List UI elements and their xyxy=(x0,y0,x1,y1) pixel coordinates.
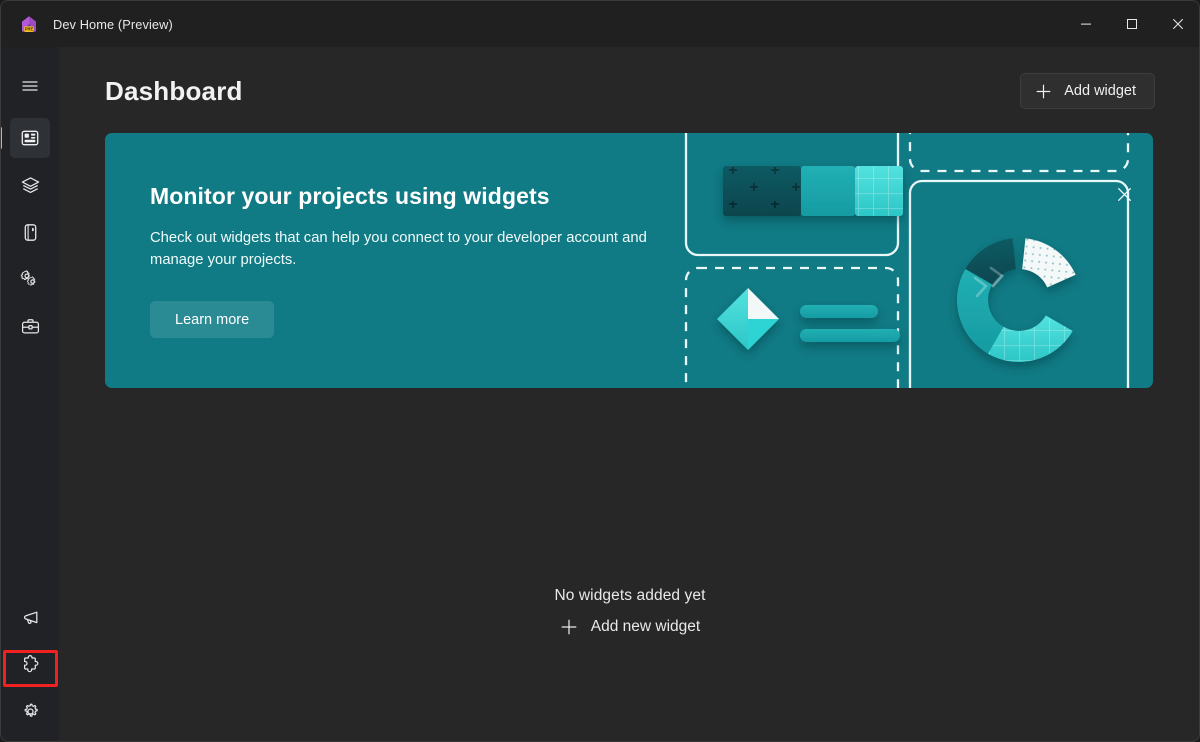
dev-home-house-icon: PRE xyxy=(19,14,39,34)
add-new-widget-label: Add new widget xyxy=(590,618,701,635)
gears-icon xyxy=(20,270,36,286)
empty-state: No widgets added yet Add new widget xyxy=(59,587,1199,640)
window-title: Dev Home (Preview) xyxy=(53,16,173,32)
rail-menu-section xyxy=(10,66,50,106)
banner-subtitle: Check out widgets that can help you conn… xyxy=(150,230,647,268)
minimize-icon xyxy=(1081,23,1091,25)
page-title: Dashboard xyxy=(105,75,243,106)
close-icon xyxy=(1172,18,1184,30)
sidebar-item-dashboard[interactable] xyxy=(1,118,50,158)
main-content: Dashboard Add widget Monitor your projec… xyxy=(59,47,1199,741)
maximize-icon xyxy=(1127,19,1137,29)
dev-home-window: PRE Dev Home (Preview) Dashboard Add wid… xyxy=(0,0,1200,742)
dashboard-icon xyxy=(21,130,39,146)
title-bar: PRE Dev Home (Preview) xyxy=(1,1,1199,47)
add-widget-label: Add widget xyxy=(1064,83,1136,99)
svg-text:PRE: PRE xyxy=(25,27,34,32)
plus-icon xyxy=(561,619,577,635)
window-controls xyxy=(1063,1,1199,47)
add-widget-button[interactable]: Add widget xyxy=(1020,73,1155,109)
banner-text-block: Monitor your projects using widgets Chec… xyxy=(150,183,710,338)
sidebar-item-workspaces[interactable] xyxy=(10,306,50,346)
promo-banner: Monitor your projects using widgets Chec… xyxy=(105,133,1153,388)
sidebar-item-machine-configuration[interactable] xyxy=(10,165,50,205)
sidebar-item-utilities[interactable] xyxy=(10,259,50,299)
gear-icon xyxy=(24,703,38,717)
rail-primary-items xyxy=(1,118,50,346)
sidebar-item-send-feedback[interactable] xyxy=(10,597,50,637)
sidebar-item-extensions[interactable] xyxy=(10,644,50,684)
minimize-button[interactable] xyxy=(1063,1,1109,47)
add-new-widget-button[interactable]: Add new widget xyxy=(550,614,710,640)
layers-icon xyxy=(21,176,39,193)
widgets-illustration xyxy=(684,133,1130,388)
learn-more-button[interactable]: Learn more xyxy=(150,301,275,338)
rail-secondary-items xyxy=(10,597,50,731)
banner-title: Monitor your projects using widgets xyxy=(150,183,550,209)
close-icon xyxy=(1117,187,1131,201)
megaphone-icon xyxy=(23,611,37,624)
empty-state-title: No widgets added yet xyxy=(554,587,706,604)
close-button[interactable] xyxy=(1155,1,1199,47)
sidebar-item-environments[interactable] xyxy=(10,212,50,252)
sidebar-item-settings[interactable] xyxy=(10,691,50,731)
device-icon xyxy=(24,223,36,241)
hamburger-menu-icon xyxy=(22,81,38,91)
puzzle-piece-icon xyxy=(23,654,38,672)
hamburger-menu-button[interactable] xyxy=(10,66,50,106)
navigation-rail xyxy=(1,47,59,741)
banner-close-button[interactable] xyxy=(1109,179,1139,209)
plus-icon xyxy=(1036,84,1051,98)
maximize-button[interactable] xyxy=(1109,1,1155,47)
page-header: Dashboard Add widget xyxy=(105,67,1155,115)
toolbox-icon xyxy=(21,318,39,334)
